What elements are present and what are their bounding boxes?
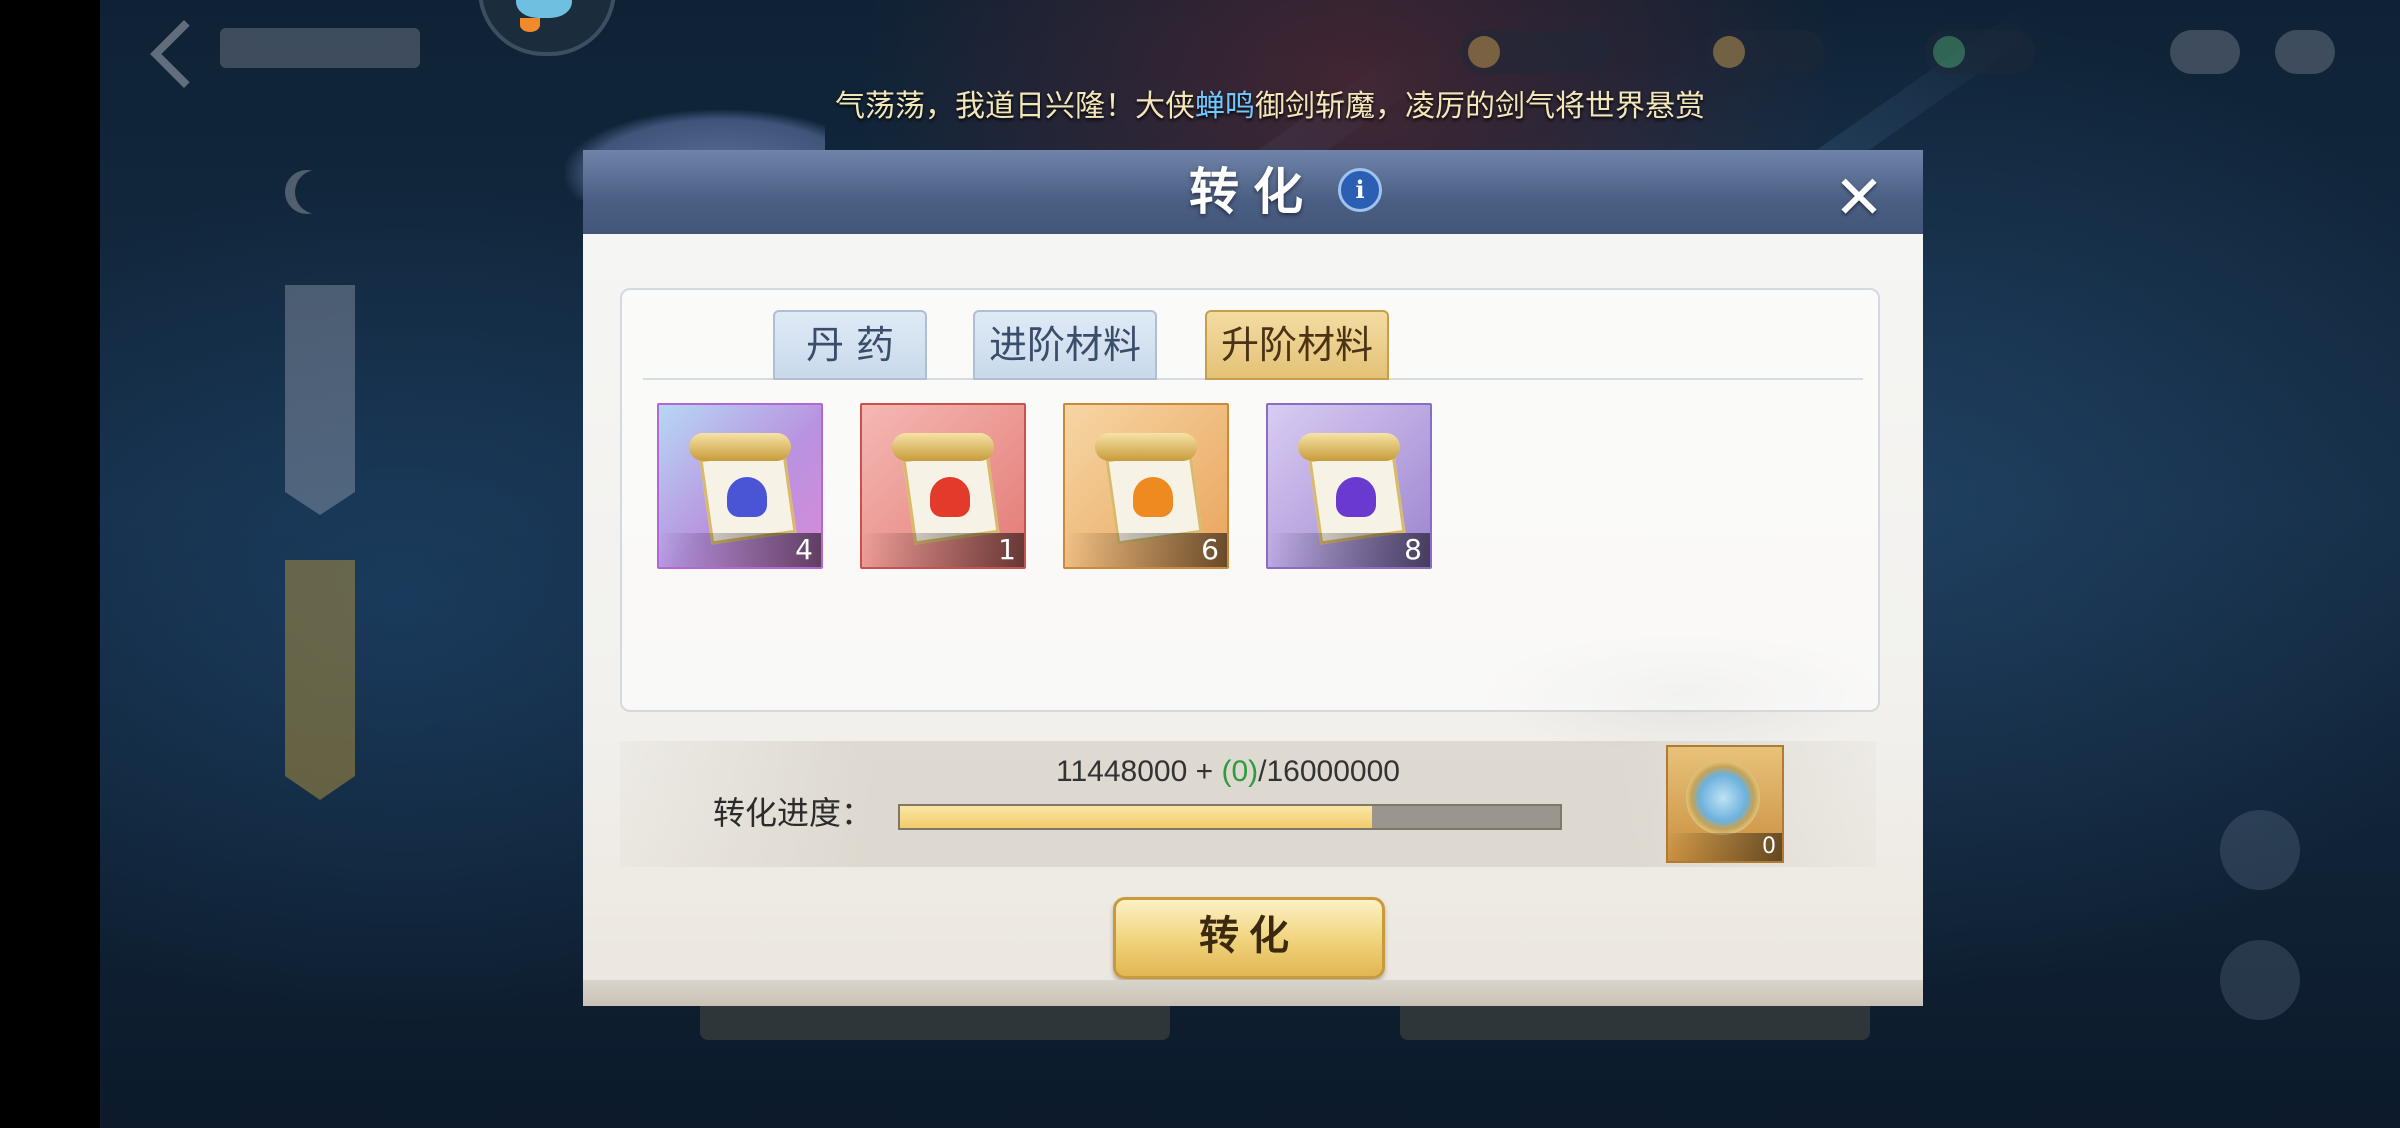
side-banner-gold[interactable] <box>285 560 355 800</box>
top-nav <box>120 10 520 88</box>
scroll-roll <box>1095 433 1197 461</box>
item-count: 8 <box>1268 533 1430 567</box>
progress-added: (0) <box>1221 755 1259 788</box>
convert-dialog: 转化 i ✕ 丹 药 进阶材料 升阶材料 4 1 6 8 转化进度： 11448… <box>565 110 1923 1006</box>
progress-value: 11448000 + (0)/16000000 <box>898 750 1558 794</box>
progress-label: 转化进度： <box>713 794 874 832</box>
meditating-figure-icon <box>930 477 970 517</box>
currency-slot <box>1705 30 1825 74</box>
dialog-title: 转化 <box>1189 162 1317 221</box>
scene-title <box>220 28 420 68</box>
bird-icon <box>516 0 572 18</box>
ingot-icon <box>1713 36 1745 68</box>
material-item[interactable]: 4 <box>657 403 823 569</box>
right-side-icon[interactable] <box>2220 810 2300 890</box>
progress-bar <box>898 804 1562 830</box>
coin-icon <box>1686 761 1760 835</box>
meditating-figure-icon <box>1336 477 1376 517</box>
moon-icon[interactable] <box>295 170 339 214</box>
scroll-roll <box>689 433 791 461</box>
close-icon[interactable]: ✕ <box>1831 168 1887 228</box>
progress-plus: + <box>1187 755 1222 788</box>
scroll-icon <box>681 433 799 545</box>
scroll-icon <box>1087 433 1205 545</box>
progress-total: /16000000 <box>1258 755 1400 788</box>
material-item[interactable]: 6 <box>1063 403 1229 569</box>
mail-icon[interactable] <box>2170 30 2240 74</box>
right-side-icon[interactable] <box>2220 940 2300 1020</box>
currency-slot <box>1460 30 1610 74</box>
meditating-figure-icon <box>727 477 767 517</box>
ticker-suffix: 御剑斩魔，凌厉的剑气将世界悬赏 <box>1255 89 1705 124</box>
dialog-footer-strip <box>583 980 1923 1006</box>
scroll-icon <box>1290 433 1408 545</box>
side-banner[interactable] <box>285 285 355 515</box>
convert-button[interactable]: 转化 <box>1113 897 1385 979</box>
ticker-prefix: 气荡荡，我道日兴隆！大侠 <box>835 89 1195 124</box>
menu-icon[interactable] <box>2275 30 2335 74</box>
reward-item[interactable]: 0 <box>1666 745 1784 863</box>
progress-current: 11448000 <box>1056 755 1188 788</box>
bird-beak <box>520 18 540 32</box>
item-count: 6 <box>1065 533 1227 567</box>
material-item[interactable]: 8 <box>1266 403 1432 569</box>
announcement-ticker: 气荡荡，我道日兴隆！大侠蝉鸣御剑斩魔，凌厉的剑气将世界悬赏 <box>780 82 1760 132</box>
tab-upgrade-materials[interactable]: 升阶材料 <box>1205 310 1389 380</box>
reward-count: 0 <box>1668 833 1782 861</box>
meditating-figure-icon <box>1133 477 1173 517</box>
coin-icon <box>1468 36 1500 68</box>
tab-pills[interactable]: 丹 药 <box>773 310 927 380</box>
progress-fill <box>900 806 1373 828</box>
tab-advance-materials[interactable]: 进阶材料 <box>973 310 1157 380</box>
ticker-player-name: 蝉鸣 <box>1195 89 1255 124</box>
item-count: 1 <box>862 533 1024 567</box>
back-arrow-icon[interactable] <box>150 20 218 88</box>
currency-slot <box>1925 30 2035 74</box>
scroll-roll <box>892 433 994 461</box>
jade-icon <box>1933 36 1965 68</box>
scroll-roll <box>1298 433 1400 461</box>
info-icon[interactable]: i <box>1338 168 1382 212</box>
item-count: 4 <box>659 533 821 567</box>
material-item[interactable]: 1 <box>860 403 1026 569</box>
scroll-icon <box>884 433 1002 545</box>
